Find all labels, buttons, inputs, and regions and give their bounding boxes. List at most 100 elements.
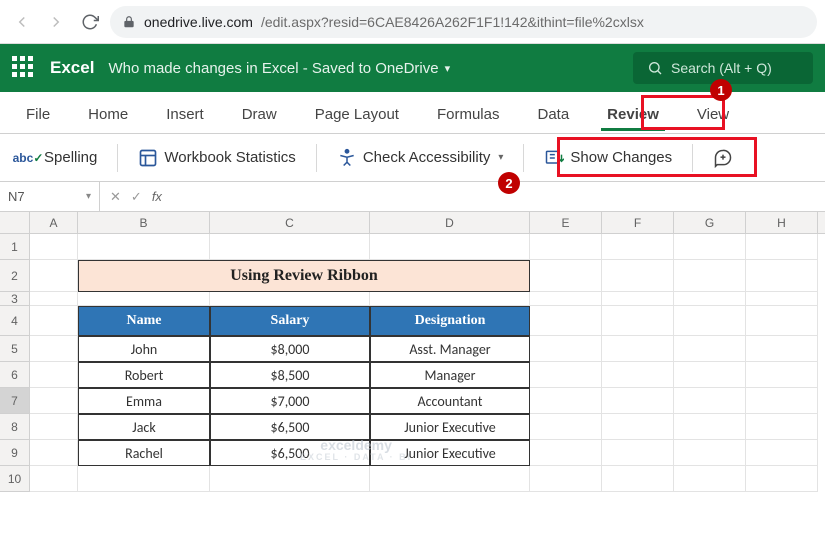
- cell[interactable]: [30, 414, 78, 440]
- cell[interactable]: [530, 388, 602, 414]
- tab-review[interactable]: Review: [591, 98, 675, 133]
- row-header-9[interactable]: 9: [0, 440, 30, 466]
- table-title[interactable]: Using Review Ribbon: [78, 260, 530, 292]
- cell[interactable]: [602, 362, 674, 388]
- cell[interactable]: [78, 234, 210, 260]
- cell[interactable]: [674, 440, 746, 466]
- cell[interactable]: [30, 362, 78, 388]
- cell[interactable]: [746, 306, 818, 336]
- cell[interactable]: [530, 260, 602, 292]
- cell[interactable]: [602, 292, 674, 306]
- cancel-icon[interactable]: ✕: [110, 189, 121, 205]
- cell[interactable]: [746, 414, 818, 440]
- cell[interactable]: [746, 466, 818, 492]
- tab-insert[interactable]: Insert: [150, 98, 220, 133]
- row-header-2[interactable]: 2: [0, 260, 30, 292]
- cell[interactable]: [210, 234, 370, 260]
- cell[interactable]: [210, 466, 370, 492]
- cell[interactable]: [78, 292, 210, 306]
- cell[interactable]: [674, 414, 746, 440]
- tab-formulas[interactable]: Formulas: [421, 98, 516, 133]
- name-box[interactable]: N7 ▾: [0, 182, 100, 211]
- table-cell[interactable]: Jack: [78, 414, 210, 440]
- cell[interactable]: [530, 292, 602, 306]
- spreadsheet-grid[interactable]: A B C D E F G H 1 2 Using Review Ribbon …: [0, 212, 825, 492]
- new-comment-button[interactable]: [705, 144, 741, 172]
- cell[interactable]: [30, 336, 78, 362]
- address-bar[interactable]: onedrive.live.com/edit.aspx?resid=6CAE84…: [110, 6, 817, 38]
- table-cell[interactable]: Junior Executive: [370, 440, 530, 466]
- cell[interactable]: [30, 306, 78, 336]
- row-header-3[interactable]: 3: [0, 292, 30, 306]
- cell[interactable]: [602, 414, 674, 440]
- table-cell[interactable]: $6,500: [210, 414, 370, 440]
- tab-page-layout[interactable]: Page Layout: [299, 98, 415, 133]
- col-header-F[interactable]: F: [602, 212, 674, 233]
- spelling-button[interactable]: abc✓ Spelling: [10, 144, 105, 172]
- document-title[interactable]: Who made changes in Excel - Saved to One…: [108, 60, 450, 77]
- cell[interactable]: [674, 234, 746, 260]
- table-cell[interactable]: $7,000: [210, 388, 370, 414]
- cell[interactable]: [30, 234, 78, 260]
- cell[interactable]: [602, 336, 674, 362]
- tab-view[interactable]: View: [681, 98, 745, 133]
- cell[interactable]: [674, 362, 746, 388]
- cell[interactable]: [30, 292, 78, 306]
- tab-home[interactable]: Home: [72, 98, 144, 133]
- cell[interactable]: [602, 260, 674, 292]
- cell[interactable]: [674, 466, 746, 492]
- col-header-D[interactable]: D: [370, 212, 530, 233]
- cell[interactable]: [674, 292, 746, 306]
- col-header-E[interactable]: E: [530, 212, 602, 233]
- table-cell[interactable]: Accountant: [370, 388, 530, 414]
- table-cell[interactable]: Rachel: [78, 440, 210, 466]
- cell[interactable]: [602, 388, 674, 414]
- row-header-5[interactable]: 5: [0, 336, 30, 362]
- cell[interactable]: [530, 440, 602, 466]
- row-header-6[interactable]: 6: [0, 362, 30, 388]
- cell[interactable]: [746, 260, 818, 292]
- back-button[interactable]: [8, 8, 36, 36]
- table-cell[interactable]: $8,000: [210, 336, 370, 362]
- cell[interactable]: [30, 466, 78, 492]
- col-header-C[interactable]: C: [210, 212, 370, 233]
- cell[interactable]: [746, 292, 818, 306]
- cell[interactable]: [602, 234, 674, 260]
- forward-button[interactable]: [42, 8, 70, 36]
- cell[interactable]: [674, 306, 746, 336]
- show-changes-button[interactable]: Show Changes: [536, 144, 680, 172]
- table-cell[interactable]: Asst. Manager: [370, 336, 530, 362]
- table-cell[interactable]: Robert: [78, 362, 210, 388]
- cell[interactable]: [602, 440, 674, 466]
- table-cell[interactable]: $6,500: [210, 440, 370, 466]
- col-header-B[interactable]: B: [78, 212, 210, 233]
- cell[interactable]: [746, 388, 818, 414]
- col-header-G[interactable]: G: [674, 212, 746, 233]
- cell[interactable]: [602, 306, 674, 336]
- cell[interactable]: [530, 362, 602, 388]
- col-header-A[interactable]: A: [30, 212, 78, 233]
- cell[interactable]: [602, 466, 674, 492]
- tab-data[interactable]: Data: [521, 98, 585, 133]
- reload-button[interactable]: [76, 8, 104, 36]
- cell[interactable]: [78, 466, 210, 492]
- cell[interactable]: [746, 362, 818, 388]
- cell[interactable]: [530, 306, 602, 336]
- row-header-10[interactable]: 10: [0, 466, 30, 492]
- fx-icon[interactable]: fx: [152, 189, 162, 204]
- table-cell[interactable]: John: [78, 336, 210, 362]
- table-cell[interactable]: Manager: [370, 362, 530, 388]
- cell[interactable]: [30, 388, 78, 414]
- col-salary-header[interactable]: Salary: [210, 306, 370, 336]
- row-header-7[interactable]: 7: [0, 388, 30, 414]
- col-name-header[interactable]: Name: [78, 306, 210, 336]
- cell[interactable]: [530, 414, 602, 440]
- table-cell[interactable]: Emma: [78, 388, 210, 414]
- cell[interactable]: [746, 336, 818, 362]
- cell[interactable]: [746, 234, 818, 260]
- cell[interactable]: [674, 388, 746, 414]
- cell[interactable]: [674, 336, 746, 362]
- cell[interactable]: [530, 234, 602, 260]
- col-header-H[interactable]: H: [746, 212, 818, 233]
- check-accessibility-button[interactable]: Check Accessibility ▾: [329, 144, 512, 172]
